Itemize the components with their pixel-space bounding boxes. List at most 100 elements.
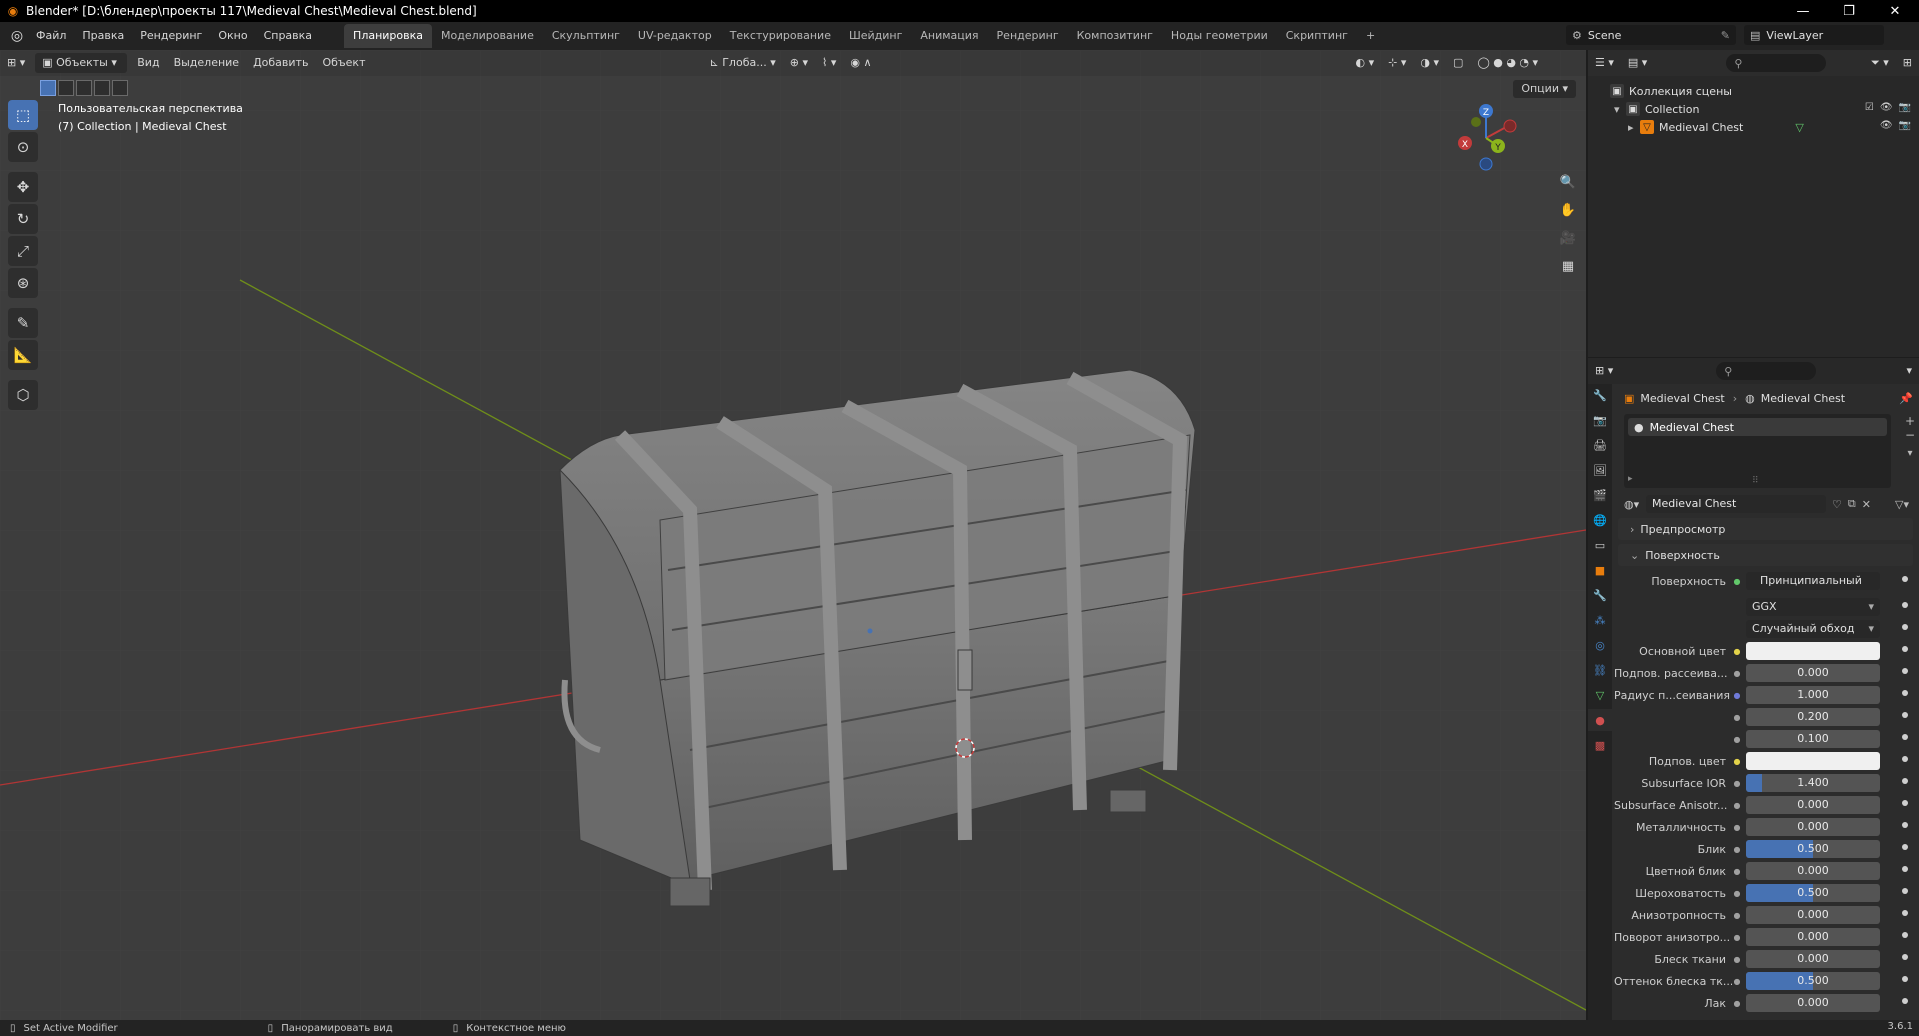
keyframe-dot-icon[interactable] (1902, 624, 1908, 630)
menu-render[interactable]: Рендеринг (132, 25, 210, 47)
keyframe-dot-icon[interactable] (1902, 800, 1908, 806)
particles-tab-icon[interactable]: ⁂ (1588, 609, 1612, 631)
tab-sculpting[interactable]: Скульптинг (543, 24, 629, 48)
editor-type-icon[interactable]: ⊞ ▾ (0, 53, 32, 73)
tab-layout[interactable]: Планировка (344, 24, 433, 48)
menu-window[interactable]: Окно (210, 25, 255, 47)
shader-node-field[interactable]: Принципиальный BSDF (1746, 572, 1880, 590)
transform-orientation-dropdown[interactable]: ⊾ Глоба... ▾ (703, 53, 783, 73)
eye-icon[interactable]: 👁 (1880, 102, 1893, 113)
socket-link-icon[interactable]: ● (1732, 844, 1742, 854)
dropdown-field[interactable]: GGX ▾ (1746, 598, 1880, 616)
socket-link-icon[interactable]: ● (1732, 690, 1742, 700)
tab-scripting[interactable]: Скриптинг (1277, 24, 1357, 48)
menu-help[interactable]: Справка (256, 25, 320, 47)
keyframe-dot-icon[interactable] (1902, 822, 1908, 828)
physics-tab-icon[interactable]: ◎ (1588, 634, 1612, 656)
remove-slot-icon[interactable]: − (1905, 428, 1915, 442)
cursor-tool[interactable]: ⊙ (8, 132, 38, 162)
number-field[interactable]: 0.500 (1746, 884, 1880, 902)
filter-icon[interactable]: ⏷ ▾ (1864, 53, 1896, 73)
move-tool[interactable]: ✥ (8, 172, 38, 202)
socket-link-icon[interactable]: ● (1732, 800, 1742, 810)
keyframe-dot-icon[interactable] (1902, 954, 1908, 960)
snap-icon[interactable]: ⌇ ▾ (815, 53, 843, 73)
xray-icon[interactable]: ▢ (1446, 53, 1470, 73)
number-field[interactable]: 0.000 (1746, 950, 1880, 968)
scene-selector[interactable]: ⚙ Scene ✎ (1566, 25, 1736, 45)
outliner-row-medieval-chest[interactable]: ▸ ▽ Medieval Chest ▽ 👁 📷 (1588, 118, 1919, 136)
select-intersect-icon[interactable] (112, 80, 128, 96)
menu-object[interactable]: Объект (315, 53, 372, 73)
menu-view[interactable]: Вид (130, 53, 166, 73)
number-field[interactable]: 1.000 (1746, 686, 1880, 704)
select-subtract-icon[interactable] (76, 80, 92, 96)
number-field[interactable]: 0.000 (1746, 796, 1880, 814)
add-slot-icon[interactable]: + (1905, 414, 1915, 428)
eye-icon[interactable]: 👁 (1880, 120, 1893, 131)
link-mode-icon[interactable]: ▽▾ (1895, 498, 1909, 511)
outliner-row-scene-collection[interactable]: ▣ Коллекция сцены (1588, 82, 1919, 100)
keyframe-dot-icon[interactable] (1902, 910, 1908, 916)
keyframe-dot-icon[interactable] (1902, 844, 1908, 850)
annotate-tool[interactable]: ✎ (8, 308, 38, 338)
menu-add[interactable]: Добавить (246, 53, 315, 73)
panel-surface-header[interactable]: ⌄ Поверхность (1618, 544, 1913, 566)
mode-dropdown[interactable]: ▣ Объекты ▾ (35, 53, 128, 73)
constraints-tab-icon[interactable]: ⛓ (1588, 659, 1612, 681)
number-field[interactable]: 0.000 (1746, 862, 1880, 880)
number-field[interactable]: 0.000 (1746, 818, 1880, 836)
menu-file[interactable]: Файл (28, 25, 74, 47)
rotate-tool[interactable]: ↻ (8, 204, 38, 234)
keyframe-dot-icon[interactable] (1902, 866, 1908, 872)
measure-tool[interactable]: 📐 (8, 340, 38, 370)
expand-arrow-icon[interactable]: ▾ (1614, 103, 1626, 116)
display-mode-icon[interactable]: ▤ ▾ (1621, 53, 1654, 73)
camera-icon[interactable]: 🎥 (1556, 226, 1580, 250)
keyframe-dot-icon[interactable] (1902, 756, 1908, 762)
socket-link-icon[interactable]: ● (1732, 576, 1742, 586)
color-swatch[interactable] (1746, 642, 1880, 660)
menu-select[interactable]: Выделение (167, 53, 247, 73)
socket-link-icon[interactable]: ● (1732, 712, 1742, 722)
properties-options-icon[interactable]: ▾ (1899, 361, 1919, 381)
socket-link-icon[interactable]: ● (1732, 954, 1742, 964)
number-field[interactable]: 0.500 (1746, 972, 1880, 990)
pin-icon[interactable]: 📌 (1899, 392, 1913, 405)
socket-link-icon[interactable]: ● (1732, 932, 1742, 942)
proportional-edit-icon[interactable]: ◉ ∧ (843, 53, 878, 73)
select-new-icon[interactable] (40, 80, 56, 96)
add-workspace-button[interactable]: + (1357, 24, 1384, 48)
render-camera-icon[interactable]: 📷 (1899, 102, 1911, 113)
socket-link-icon[interactable]: ● (1732, 822, 1742, 832)
tab-modeling[interactable]: Моделирование (432, 24, 543, 48)
3d-viewport[interactable]: ⊞ ▾ ▣ Объекты ▾ Вид Выделение Добавить О… (0, 50, 1586, 1020)
maximize-button[interactable]: ❐ (1826, 0, 1872, 22)
shading-modes-icon[interactable]: ◯ ● ◕ ◔ ▾ (1470, 53, 1545, 73)
number-field[interactable]: 0.000 (1746, 994, 1880, 1012)
material-slot-list[interactable]: ● Medieval Chest ▸ ⠿ (1624, 414, 1892, 488)
select-invert-icon[interactable] (94, 80, 110, 96)
number-field[interactable]: 0.200 (1746, 708, 1880, 726)
navigation-gizmo[interactable]: Z Y X (1446, 98, 1526, 178)
data-tab-icon[interactable]: ▽ (1588, 684, 1612, 706)
keyframe-dot-icon[interactable] (1902, 712, 1908, 718)
fake-user-icon[interactable]: ♡ (1832, 498, 1842, 511)
dropdown-field[interactable]: Случайный обход ▾ (1746, 620, 1880, 638)
blender-menu-icon[interactable]: ◎ (6, 25, 28, 47)
keyframe-dot-icon[interactable] (1902, 976, 1908, 982)
render-camera-icon[interactable]: 📷 (1899, 120, 1911, 131)
socket-link-icon[interactable]: ● (1732, 888, 1742, 898)
color-swatch[interactable] (1746, 752, 1880, 770)
socket-link-icon[interactable]: ● (1732, 976, 1742, 986)
socket-link-icon[interactable]: ● (1732, 778, 1742, 788)
tab-texture-paint[interactable]: Текстурирование (721, 24, 840, 48)
slot-menu-icon[interactable]: ▾ (1908, 448, 1913, 459)
pan-hand-icon[interactable]: ✋ (1556, 198, 1580, 222)
tab-animation[interactable]: Анимация (911, 24, 987, 48)
keyframe-dot-icon[interactable] (1902, 690, 1908, 696)
collection-tab-icon[interactable]: ▭ (1588, 534, 1612, 556)
checkbox-icon[interactable]: ☑ (1865, 102, 1874, 113)
number-field[interactable]: 0.000 (1746, 664, 1880, 682)
transform-tool[interactable]: ⊛ (8, 268, 38, 298)
